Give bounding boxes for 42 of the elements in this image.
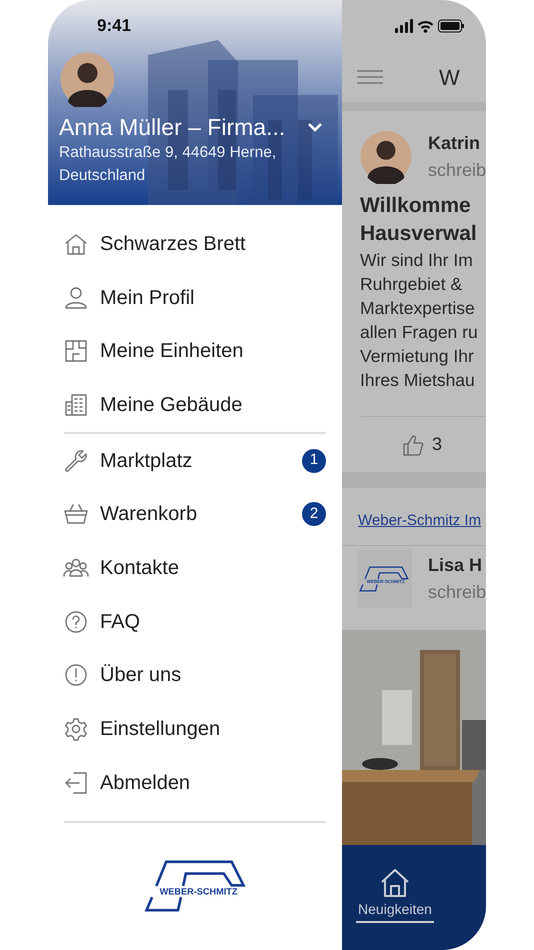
avatar-icon	[60, 52, 115, 107]
logout-icon	[63, 770, 89, 796]
menu-item[interactable]: Mein Profil	[48, 270, 342, 324]
author-name: Lisa H	[428, 554, 483, 576]
status-time: 9:41	[97, 15, 132, 37]
wifi-icon	[417, 20, 434, 32]
person-icon	[63, 284, 89, 311]
author-name: Katrin	[428, 132, 481, 154]
thumbs-up-icon[interactable]	[402, 434, 424, 456]
menu-item[interactable]: Über uns	[48, 648, 342, 702]
menu-item[interactable]: Marktplatz 1	[48, 434, 342, 488]
info-icon	[63, 662, 89, 688]
menu-item[interactable]: Meine Gebäude	[48, 378, 342, 432]
like-count: 3	[432, 433, 442, 456]
menu-item[interactable]: Warenkorb 2	[48, 487, 342, 542]
settings-icon	[63, 716, 89, 742]
post-action: schreib	[428, 580, 486, 604]
count-badge: 2	[302, 502, 326, 526]
menu-item[interactable]: Schwarzes Brett	[48, 217, 342, 271]
toolbar-title: W	[439, 64, 460, 92]
post-text: Wir sind Ihr Im Ruhrgebiet & Marktexpertise allen Fragen ru Vermietung Ihr Ihres Mietshau	[360, 249, 479, 392]
menu-item[interactable]: Kontakte	[48, 541, 342, 595]
menu-item[interactable]: Einstellungen	[48, 702, 342, 756]
wrench-icon	[63, 448, 89, 474]
buildings-icon	[63, 392, 89, 418]
question-icon	[63, 608, 89, 635]
menu-icon[interactable]	[357, 70, 383, 84]
menu-item[interactable]: Abmelden	[48, 756, 342, 810]
company-logo: WEBER-SCHMITZ	[140, 856, 250, 916]
menu-item[interactable]: Meine Einheiten	[48, 324, 342, 378]
signal-icon	[395, 19, 413, 33]
battery-icon	[438, 19, 464, 33]
user-name: Anna Müller – Firma...	[59, 113, 286, 141]
count-badge: 1	[302, 448, 326, 473]
menu-item[interactable]: FAQ	[48, 594, 342, 648]
post-action: schreib	[428, 158, 486, 182]
home-icon	[379, 867, 411, 899]
floor-plan-icon	[63, 338, 89, 364]
post-link[interactable]: Weber-Schmitz Im	[342, 488, 486, 544]
avatar-icon	[360, 129, 412, 184]
user-address: Rathausstraße 9, 44649 Herne, Deutschland	[59, 143, 278, 186]
post-title: Willkomme Hausverwal	[360, 193, 478, 247]
